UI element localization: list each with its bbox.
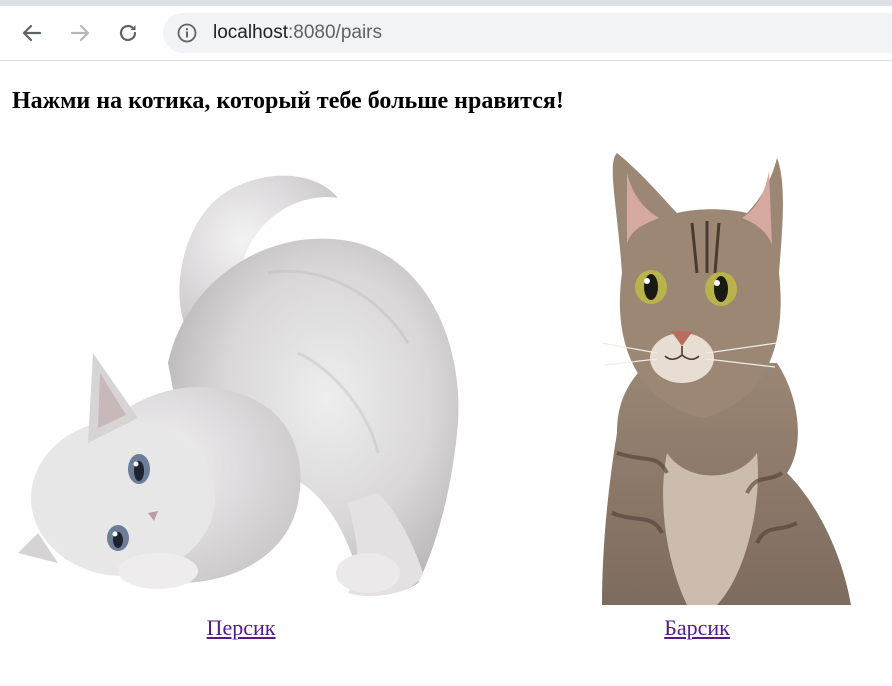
browser-toolbar: localhost:8080/pairs: [0, 6, 892, 61]
back-button[interactable]: [17, 18, 47, 48]
cat-card-persik[interactable]: [18, 153, 464, 603]
url-host: localhost: [213, 22, 288, 43]
arrow-right-icon: [70, 24, 90, 42]
cat-image-barsik[interactable]: [597, 153, 851, 605]
page-content: Нажми на котика, который тебе больше нра…: [0, 61, 892, 686]
cat-card-barsik[interactable]: [597, 153, 851, 605]
url-path: :8080/pairs: [288, 22, 383, 43]
cat-link-barsik[interactable]: Барсик: [664, 615, 730, 641]
reload-button[interactable]: [113, 18, 143, 48]
reload-icon: [119, 24, 137, 42]
arrow-left-icon: [22, 24, 42, 42]
address-bar[interactable]: localhost:8080/pairs: [163, 13, 892, 53]
cat-link-persik[interactable]: Персик: [207, 615, 276, 641]
page-title: Нажми на котика, который тебе больше нра…: [12, 88, 564, 114]
cat-image-persik[interactable]: [18, 153, 464, 603]
info-icon[interactable]: [177, 23, 197, 43]
forward-button[interactable]: [65, 18, 95, 48]
address-url[interactable]: localhost:8080/pairs: [213, 13, 382, 53]
